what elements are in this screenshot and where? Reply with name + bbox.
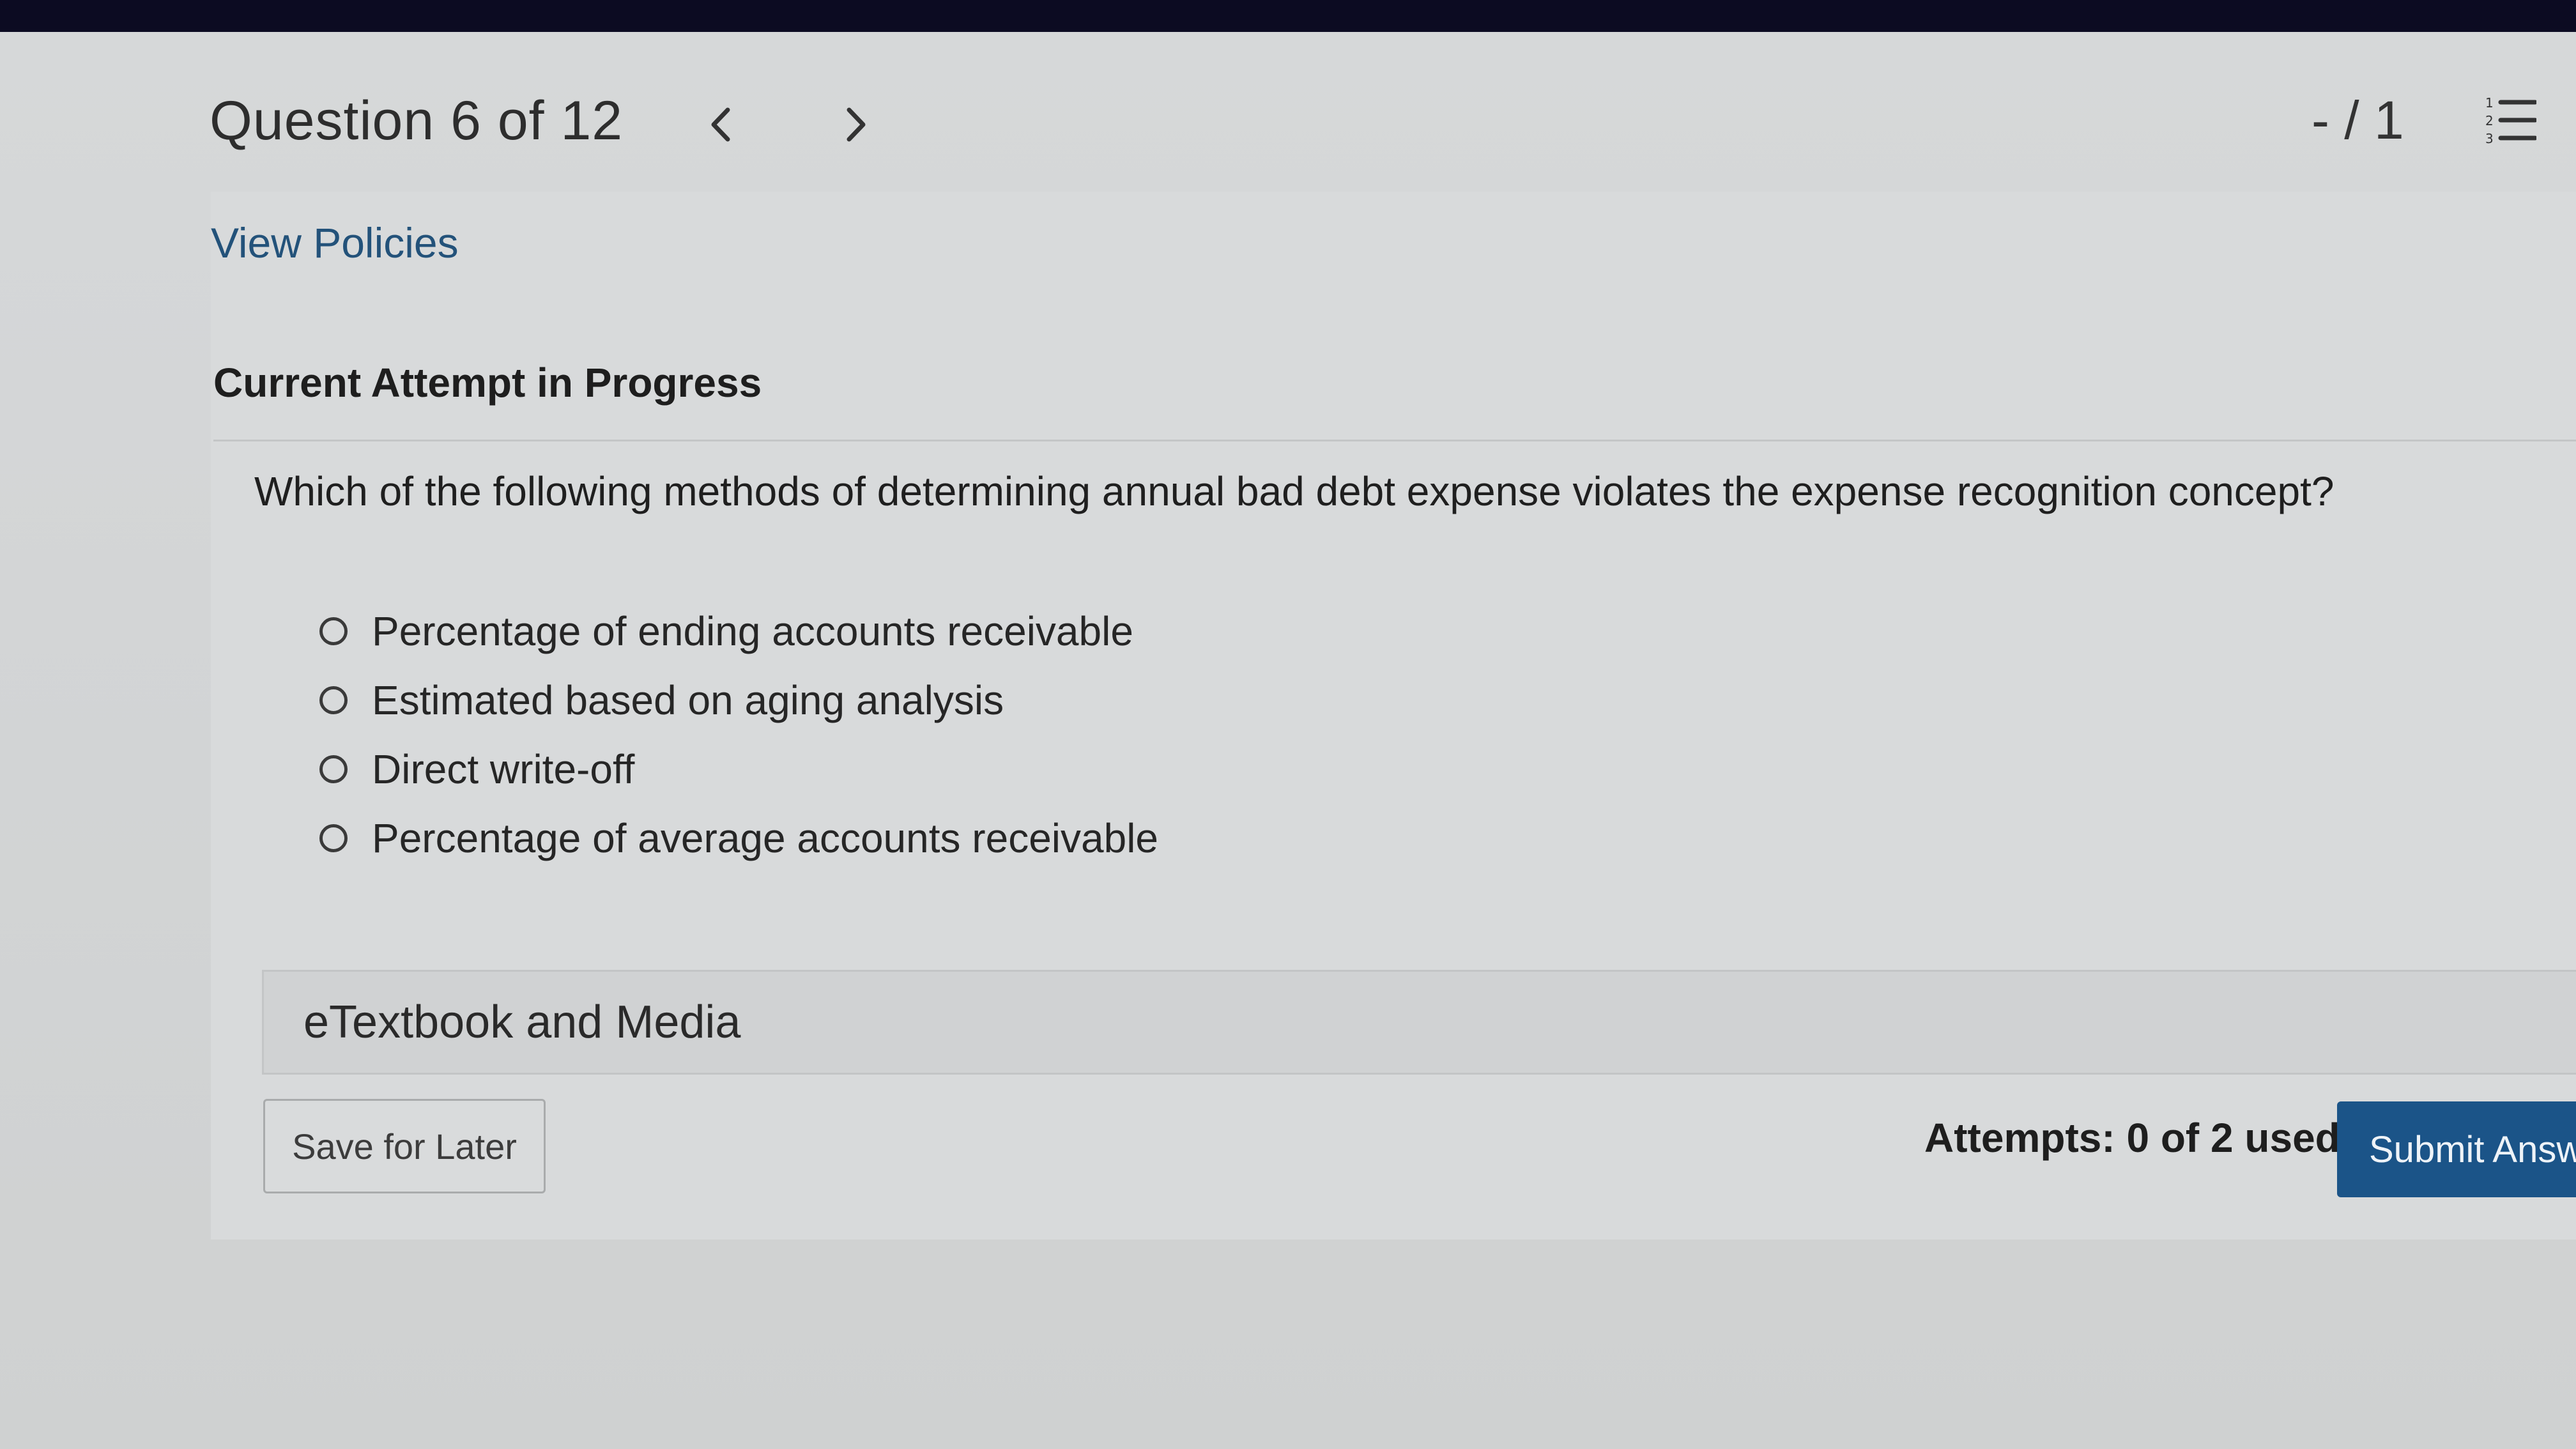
next-question-button[interactable] bbox=[834, 102, 878, 147]
question-text: Which of the following methods of determ… bbox=[254, 468, 2334, 514]
submit-answer-button[interactable]: Submit Answer bbox=[2337, 1101, 2576, 1197]
radio-button[interactable] bbox=[319, 617, 348, 645]
radio-button[interactable] bbox=[319, 686, 348, 714]
save-for-later-label: Save for Later bbox=[292, 1126, 517, 1167]
answer-option[interactable]: Direct write-off bbox=[319, 744, 634, 795]
answer-option-label: Estimated based on aging analysis bbox=[372, 677, 1004, 723]
radio-button[interactable] bbox=[319, 824, 348, 852]
etextbook-media-panel[interactable]: eTextbook and Media bbox=[262, 970, 2576, 1075]
question-score: - / 1 bbox=[2312, 90, 2404, 150]
screen-bezel bbox=[0, 0, 2576, 32]
submit-answer-label: Submit Answer bbox=[2369, 1128, 2576, 1170]
question-title: Question 6 of 12 bbox=[210, 90, 624, 151]
svg-text:3: 3 bbox=[2485, 131, 2494, 144]
view-policies-link[interactable]: View Policies bbox=[211, 218, 459, 267]
answer-option-label: Percentage of average accounts receivabl… bbox=[372, 815, 1158, 861]
numbered-list-icon: 1 2 3 bbox=[2485, 95, 2538, 146]
answer-option[interactable]: Percentage of average accounts receivabl… bbox=[319, 813, 1158, 864]
save-for-later-button[interactable]: Save for Later bbox=[263, 1099, 546, 1193]
chevron-right-icon bbox=[847, 107, 866, 142]
previous-question-button[interactable] bbox=[700, 102, 744, 147]
answer-option[interactable]: Estimated based on aging analysis bbox=[319, 675, 1004, 726]
svg-text:1: 1 bbox=[2485, 96, 2494, 111]
answer-option-label: Direct write-off bbox=[372, 746, 635, 792]
answer-option-label: Percentage of ending accounts receivable bbox=[372, 608, 1133, 654]
section-divider bbox=[213, 440, 2576, 441]
attempts-counter: Attempts: 0 of 2 used bbox=[1924, 1115, 2340, 1161]
answer-option[interactable]: Percentage of ending accounts receivable bbox=[319, 606, 1133, 657]
question-list-button[interactable]: 1 2 3 bbox=[2484, 95, 2538, 146]
chevron-left-icon bbox=[711, 107, 730, 142]
attempt-heading: Current Attempt in Progress bbox=[213, 360, 762, 406]
svg-text:2: 2 bbox=[2485, 113, 2494, 128]
etextbook-media-label: eTextbook and Media bbox=[303, 997, 741, 1048]
radio-button[interactable] bbox=[319, 755, 348, 783]
